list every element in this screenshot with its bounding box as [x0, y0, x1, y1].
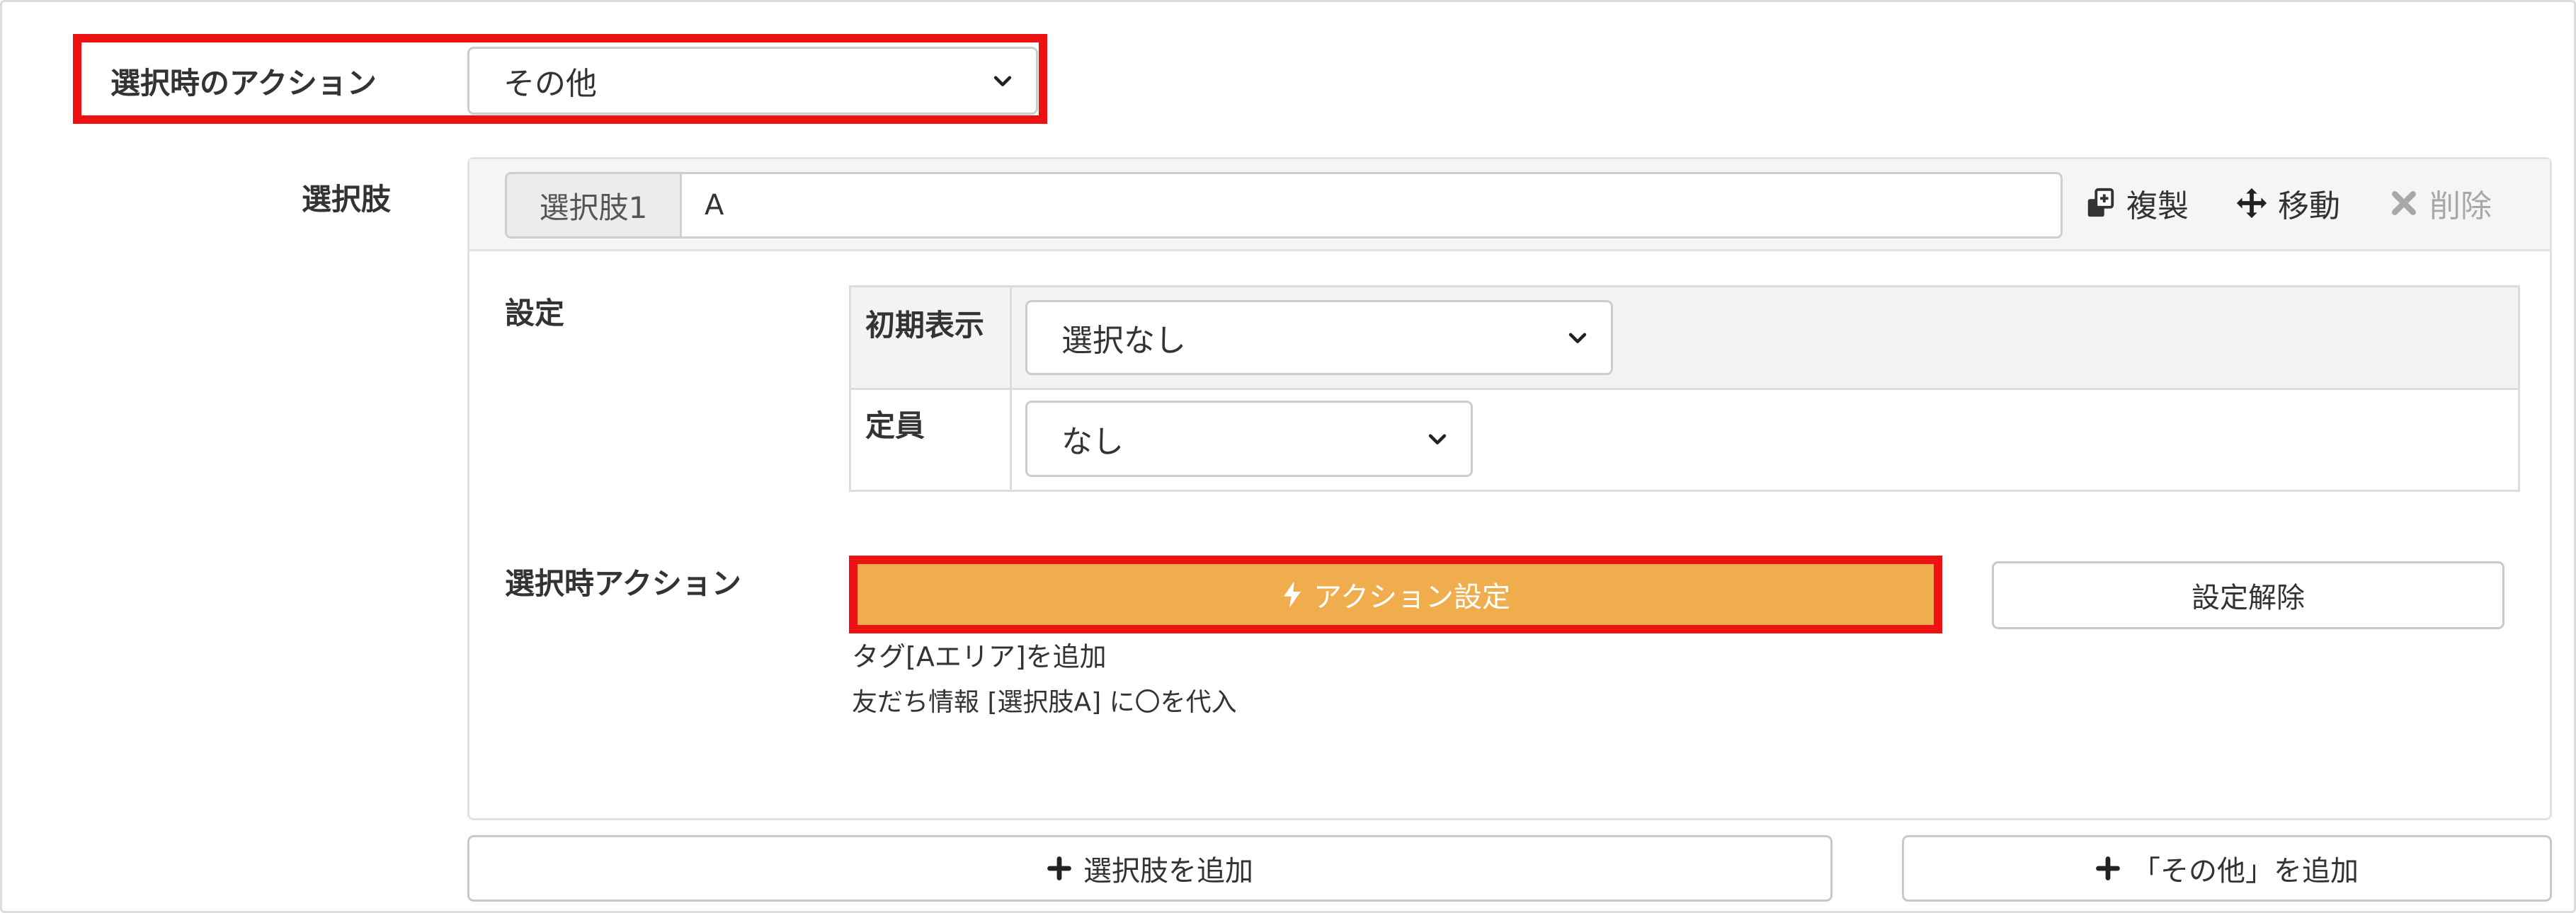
choice-number-addon: 選択肢1 [507, 174, 682, 236]
bolt-icon [1284, 581, 1301, 608]
action-settings-button[interactable]: アクション設定 [857, 564, 1934, 625]
move-label: 移動 [2278, 188, 2340, 224]
choices-label: 選択肢 [302, 182, 392, 217]
settings-label: 設定 [505, 296, 565, 331]
delete-label: 削除 [2429, 188, 2492, 224]
plus-icon [2096, 856, 2120, 880]
plus-icon [1047, 856, 1071, 880]
chevron-down-icon [993, 76, 1012, 86]
duplicate-icon [2087, 188, 2114, 217]
action-on-select-dropdown[interactable]: その他 [467, 47, 1038, 115]
close-icon [2392, 191, 2416, 215]
action-on-select-label: 選択時のアクション [110, 66, 377, 101]
choice-value-input[interactable]: A [682, 174, 2061, 236]
add-choice-button[interactable]: 選択肢を追加 [467, 835, 1833, 902]
duplicate-label: 複製 [2126, 188, 2189, 224]
clear-settings-button[interactable]: 設定解除 [1992, 561, 2504, 629]
initial-display-dropdown[interactable]: 選択なし [1025, 300, 1613, 375]
action-note-tag: タグ[Aエリア]を追加 [852, 641, 1107, 672]
action-settings-label: アクション設定 [1313, 581, 1510, 614]
initial-display-label: 初期表示 [865, 308, 985, 343]
choice-input-group: 選択肢1 A [505, 172, 2063, 239]
choice-panel: 選択肢1 A 複製 移動 削除 設定 初期表示 選択なし 定員 なし 選択時アク… [467, 157, 2552, 820]
chevron-down-icon [1568, 333, 1587, 343]
delete-button[interactable]: 削除 [2388, 180, 2492, 226]
settings-table: 初期表示 選択なし 定員 なし [849, 285, 2520, 492]
capacity-value: なし [1061, 424, 1124, 460]
settings-col-divider [1010, 287, 1012, 490]
capacity-dropdown[interactable]: なし [1025, 401, 1473, 477]
move-icon [2236, 188, 2267, 219]
action-on-select-value: その他 [503, 66, 597, 102]
move-button[interactable]: 移動 [2235, 180, 2340, 226]
settings-row-divider [851, 388, 2518, 390]
add-other-label: 「その他」を追加 [2132, 855, 2359, 888]
selection-action-label: 選択時アクション [505, 566, 741, 601]
capacity-label: 定員 [865, 408, 925, 443]
initial-display-value: 選択なし [1061, 323, 1186, 359]
chevron-down-icon [1428, 434, 1447, 444]
add-other-button[interactable]: 「その他」を追加 [1902, 835, 2552, 902]
duplicate-button[interactable]: 複製 [2084, 180, 2189, 226]
action-note-friend-info: 友だち情報 [選択肢A] に〇を代入 [852, 688, 1237, 717]
add-choice-label: 選択肢を追加 [1083, 855, 1253, 888]
